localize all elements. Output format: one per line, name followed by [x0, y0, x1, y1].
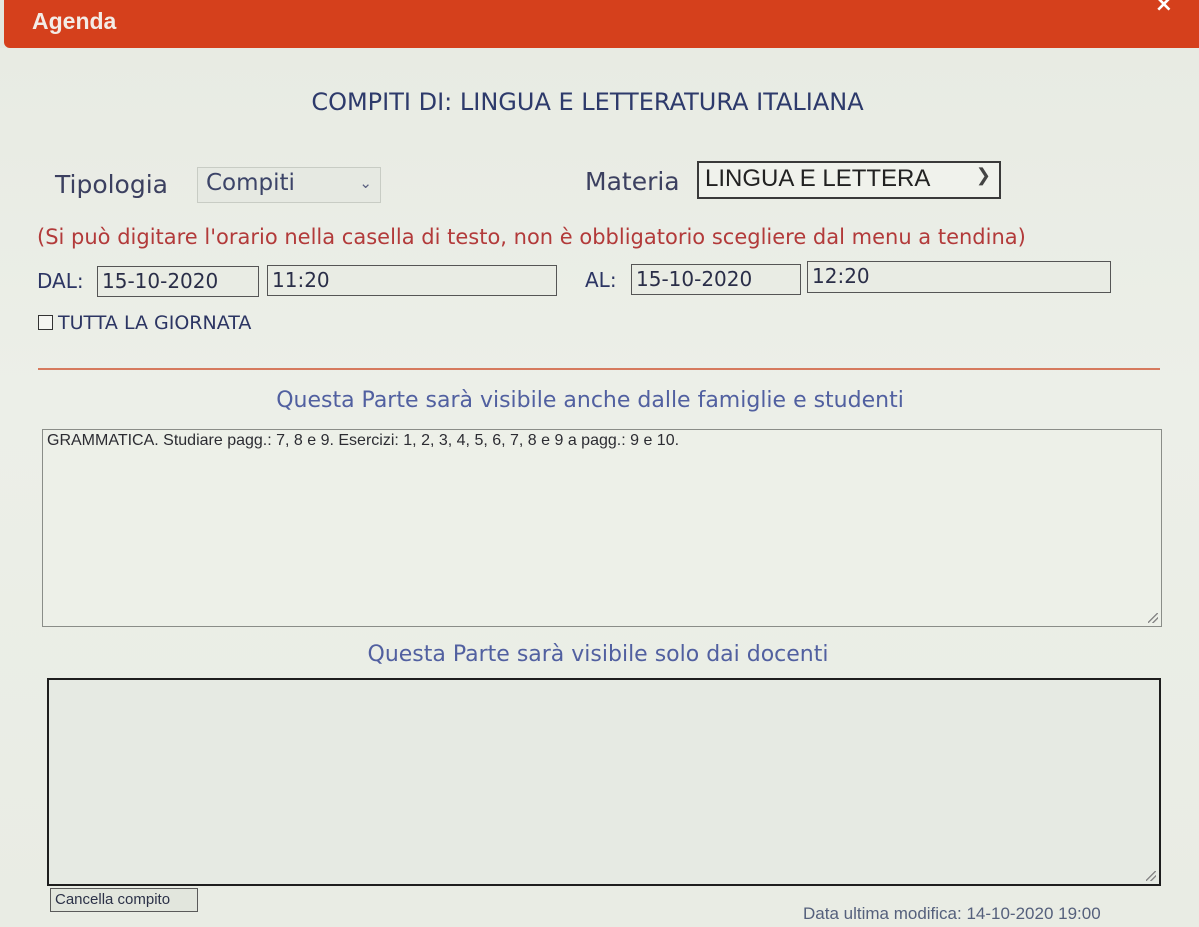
families-notes-text: GRAMMATICA. Studiare pagg.: 7, 8 e 9. Es… [47, 432, 680, 449]
tipologia-label: Tipologia [55, 170, 168, 199]
close-icon[interactable]: × [1155, 0, 1173, 17]
page-title: COMPITI DI: LINGUA E LETTERATURA ITALIAN… [311, 88, 864, 116]
dialog-titlebar: Agenda × [4, 0, 1199, 48]
chevron-down-icon: ⌄ [359, 174, 372, 192]
materia-label: Materia [585, 167, 680, 196]
families-section-title: Questa Parte sarà visibile anche dalle f… [276, 388, 904, 413]
all-day-checkbox[interactable] [38, 315, 53, 330]
resize-handle-icon[interactable] [1146, 871, 1156, 881]
teachers-notes-textarea[interactable] [47, 678, 1161, 886]
teachers-section-title: Questa Parte sarà visibile solo dai doce… [367, 642, 829, 667]
section-divider [38, 368, 1160, 370]
all-day-option[interactable]: TUTTA LA GIORNATA [38, 312, 251, 334]
tipologia-selected-value: Compiti [206, 170, 295, 196]
dal-label: DAL: [37, 269, 84, 293]
delete-assignment-button[interactable]: Cancella compito [50, 888, 198, 912]
dialog-title: Agenda [32, 8, 117, 34]
al-label: AL: [585, 268, 617, 292]
al-date-field[interactable]: 15-10-2020 [631, 264, 801, 295]
dal-time-field[interactable]: 11:20 [267, 265, 557, 296]
all-day-label: TUTTA LA GIORNATA [58, 312, 252, 334]
chevron-down-icon: ❯ [975, 165, 991, 185]
families-notes-textarea[interactable]: GRAMMATICA. Studiare pagg.: 7, 8 e 9. Es… [42, 429, 1162, 627]
al-time-field[interactable]: 12:20 [807, 261, 1111, 293]
dal-date-field[interactable]: 15-10-2020 [97, 266, 259, 297]
time-entry-note: (Si può digitare l'orario nella casella … [37, 225, 1026, 249]
last-modified-text: Data ultima modifica: 14-10-2020 19:00 [803, 904, 1101, 923]
resize-handle-icon[interactable] [1148, 613, 1158, 623]
tipologia-select[interactable]: Compiti ⌄ [197, 167, 381, 203]
materia-select[interactable]: LINGUA E LETTERA ❯ [697, 161, 1001, 199]
materia-selected-value: LINGUA E LETTERA [705, 165, 931, 192]
